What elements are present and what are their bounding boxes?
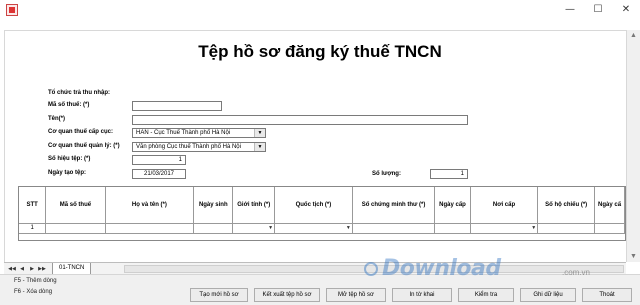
- next-sheet-icon[interactable]: ▶: [28, 265, 36, 273]
- grid-header-row: STT Mã số thuế Họ và tên (*) Ngày sinh G…: [19, 187, 625, 224]
- dept-select-value: HAN - Cục Thuế Thành phố Hà Nội: [136, 130, 231, 136]
- scroll-down-icon[interactable]: ▼: [630, 253, 637, 260]
- name-input[interactable]: [132, 115, 468, 125]
- col-header[interactable]: Số chứng minh thư (*): [352, 187, 436, 224]
- date-label: Ngày tạo tệp:: [48, 170, 87, 176]
- close-button[interactable]: ✕: [612, 0, 640, 20]
- title-bar: — ☐ ✕: [0, 0, 640, 20]
- app-icon: [6, 4, 18, 16]
- col-header[interactable]: Ngày sinh: [193, 187, 234, 224]
- page-title: Tệp hồ sơ đăng ký thuế TNCN: [198, 42, 442, 61]
- col-header[interactable]: Họ và tên (*): [105, 187, 195, 224]
- qty-label: Số lượng:: [372, 171, 401, 177]
- date-input[interactable]: 21/03/2017: [132, 169, 186, 179]
- grid-cell[interactable]: [105, 223, 195, 234]
- toolbar-strip: [0, 20, 640, 30]
- horizontal-scrollbar[interactable]: [124, 265, 624, 273]
- col-header[interactable]: STT: [19, 187, 47, 224]
- footer-bar: F5 - Thêm dòng F6 - Xóa dòng Tạo mới hồ …: [0, 274, 640, 305]
- grid-cell[interactable]: ▼: [274, 223, 353, 234]
- save-data-button[interactable]: Ghi dữ liệu: [520, 288, 576, 302]
- table-row: 1 ▼ ▼ ▼: [19, 223, 625, 234]
- check-button[interactable]: Kiểm tra: [458, 288, 514, 302]
- row-number-cell: 1: [19, 223, 47, 234]
- grid-cell[interactable]: [594, 223, 625, 234]
- grid-cell[interactable]: [434, 223, 471, 234]
- minimize-button[interactable]: —: [556, 0, 584, 20]
- exit-button[interactable]: Thoát: [582, 288, 632, 302]
- chevron-down-icon[interactable]: ▼: [254, 143, 265, 151]
- last-sheet-icon[interactable]: ▶▶: [38, 265, 46, 273]
- chevron-down-icon[interactable]: ▼: [268, 225, 273, 231]
- first-sheet-icon[interactable]: ◀◀: [8, 265, 16, 273]
- sheet-tab-bar: ◀◀ ◀ ▶ ▶▶ 01-TNCN: [4, 262, 626, 275]
- col-header[interactable]: Quốc tịch (*): [274, 187, 353, 224]
- open-file-button[interactable]: Mở tệp hồ sơ: [326, 288, 386, 302]
- chevron-down-icon[interactable]: ▼: [254, 129, 265, 137]
- qty-input[interactable]: 1: [430, 169, 468, 179]
- grid-cell[interactable]: [352, 223, 436, 234]
- prev-sheet-icon[interactable]: ◀: [18, 265, 26, 273]
- export-file-button[interactable]: Kết xuất tệp hồ sơ: [254, 288, 320, 302]
- org-label: Tổ chức trả thu nhập:: [48, 90, 111, 96]
- hint-delete-row: F6 - Xóa dòng: [14, 289, 53, 295]
- chevron-down-icon[interactable]: ▼: [531, 225, 536, 231]
- col-header[interactable]: Mã số thuế: [45, 187, 106, 224]
- manager-label: Cơ quan thuế quản lý: (*): [48, 143, 120, 149]
- col-header[interactable]: Giới tính (*): [232, 187, 276, 224]
- tax-code-label: Mã số thuế: (*): [48, 102, 90, 108]
- file-no-label: Số hiệu tệp: (*): [48, 156, 91, 162]
- print-button[interactable]: In tờ khai: [392, 288, 452, 302]
- col-header[interactable]: Số hộ chiếu (*): [537, 187, 596, 224]
- dept-label: Cơ quan thuế cấp cục:: [48, 129, 113, 135]
- maximize-button[interactable]: ☐: [584, 0, 612, 20]
- col-header[interactable]: Ngày cấ: [594, 187, 625, 224]
- grid-cell[interactable]: ▼: [232, 223, 276, 234]
- manager-select[interactable]: Văn phòng Cục thuế Thành phố Hà Nội ▼: [132, 142, 266, 152]
- vertical-scrollbar[interactable]: ▲ ▼: [626, 30, 640, 262]
- grid-cell[interactable]: ▼: [470, 223, 539, 234]
- hint-add-row: F5 - Thêm dòng: [14, 278, 57, 284]
- employee-grid: STT Mã số thuế Họ và tên (*) Ngày sinh G…: [18, 186, 626, 241]
- grid-cell[interactable]: [193, 223, 234, 234]
- tax-code-input[interactable]: [132, 101, 222, 111]
- col-header[interactable]: Nơi cấp: [470, 187, 539, 224]
- name-label: Tên(*): [48, 116, 65, 122]
- manager-select-value: Văn phòng Cục thuế Thành phố Hà Nội: [136, 144, 241, 150]
- grid-cell[interactable]: [45, 223, 106, 234]
- chevron-down-icon[interactable]: ▼: [346, 225, 351, 231]
- new-file-button[interactable]: Tạo mới hồ sơ: [190, 288, 248, 302]
- file-no-input[interactable]: 1: [132, 155, 186, 165]
- dept-select[interactable]: HAN - Cục Thuế Thành phố Hà Nội ▼: [132, 128, 266, 138]
- grid-cell[interactable]: [537, 223, 596, 234]
- col-header[interactable]: Ngày cấp: [434, 187, 471, 224]
- scroll-up-icon[interactable]: ▲: [630, 32, 637, 39]
